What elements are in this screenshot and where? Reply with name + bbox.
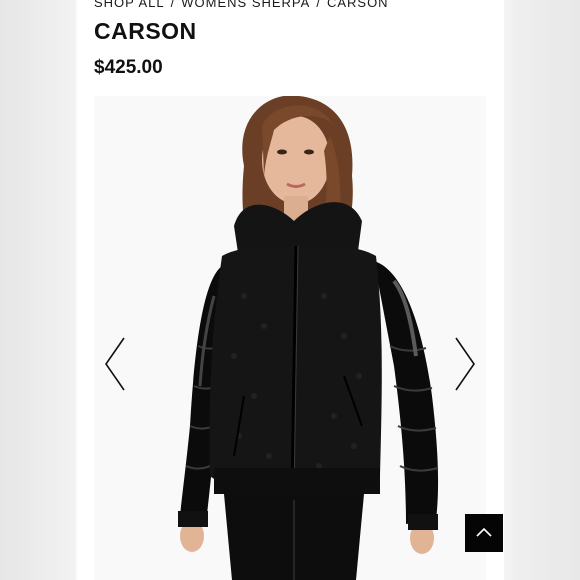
page: SHOP ALL / WOMENS SHERPA / CARSON CARSON $42… bbox=[0, 0, 580, 580]
chevron-right-icon bbox=[455, 337, 475, 391]
product-image bbox=[94, 96, 486, 580]
scroll-to-top-button[interactable] bbox=[465, 514, 503, 552]
breadcrumb-separator: / bbox=[170, 0, 176, 10]
chevron-up-icon bbox=[476, 527, 492, 537]
breadcrumb-shop-all[interactable]: SHOP ALL bbox=[94, 0, 165, 10]
product-title: CARSON bbox=[94, 18, 197, 44]
product-price: $425.00 bbox=[94, 57, 163, 78]
chevron-left-icon bbox=[105, 337, 125, 391]
previous-image-button[interactable] bbox=[102, 336, 130, 392]
breadcrumb-carson[interactable]: CARSON bbox=[327, 0, 389, 10]
breadcrumb-womens-sherpa[interactable]: WOMENS SHERPA bbox=[181, 0, 310, 10]
breadcrumb: SHOP ALL / WOMENS SHERPA / CARSON bbox=[94, 0, 389, 10]
next-image-button[interactable] bbox=[451, 336, 479, 392]
breadcrumb-separator: / bbox=[316, 0, 321, 10]
